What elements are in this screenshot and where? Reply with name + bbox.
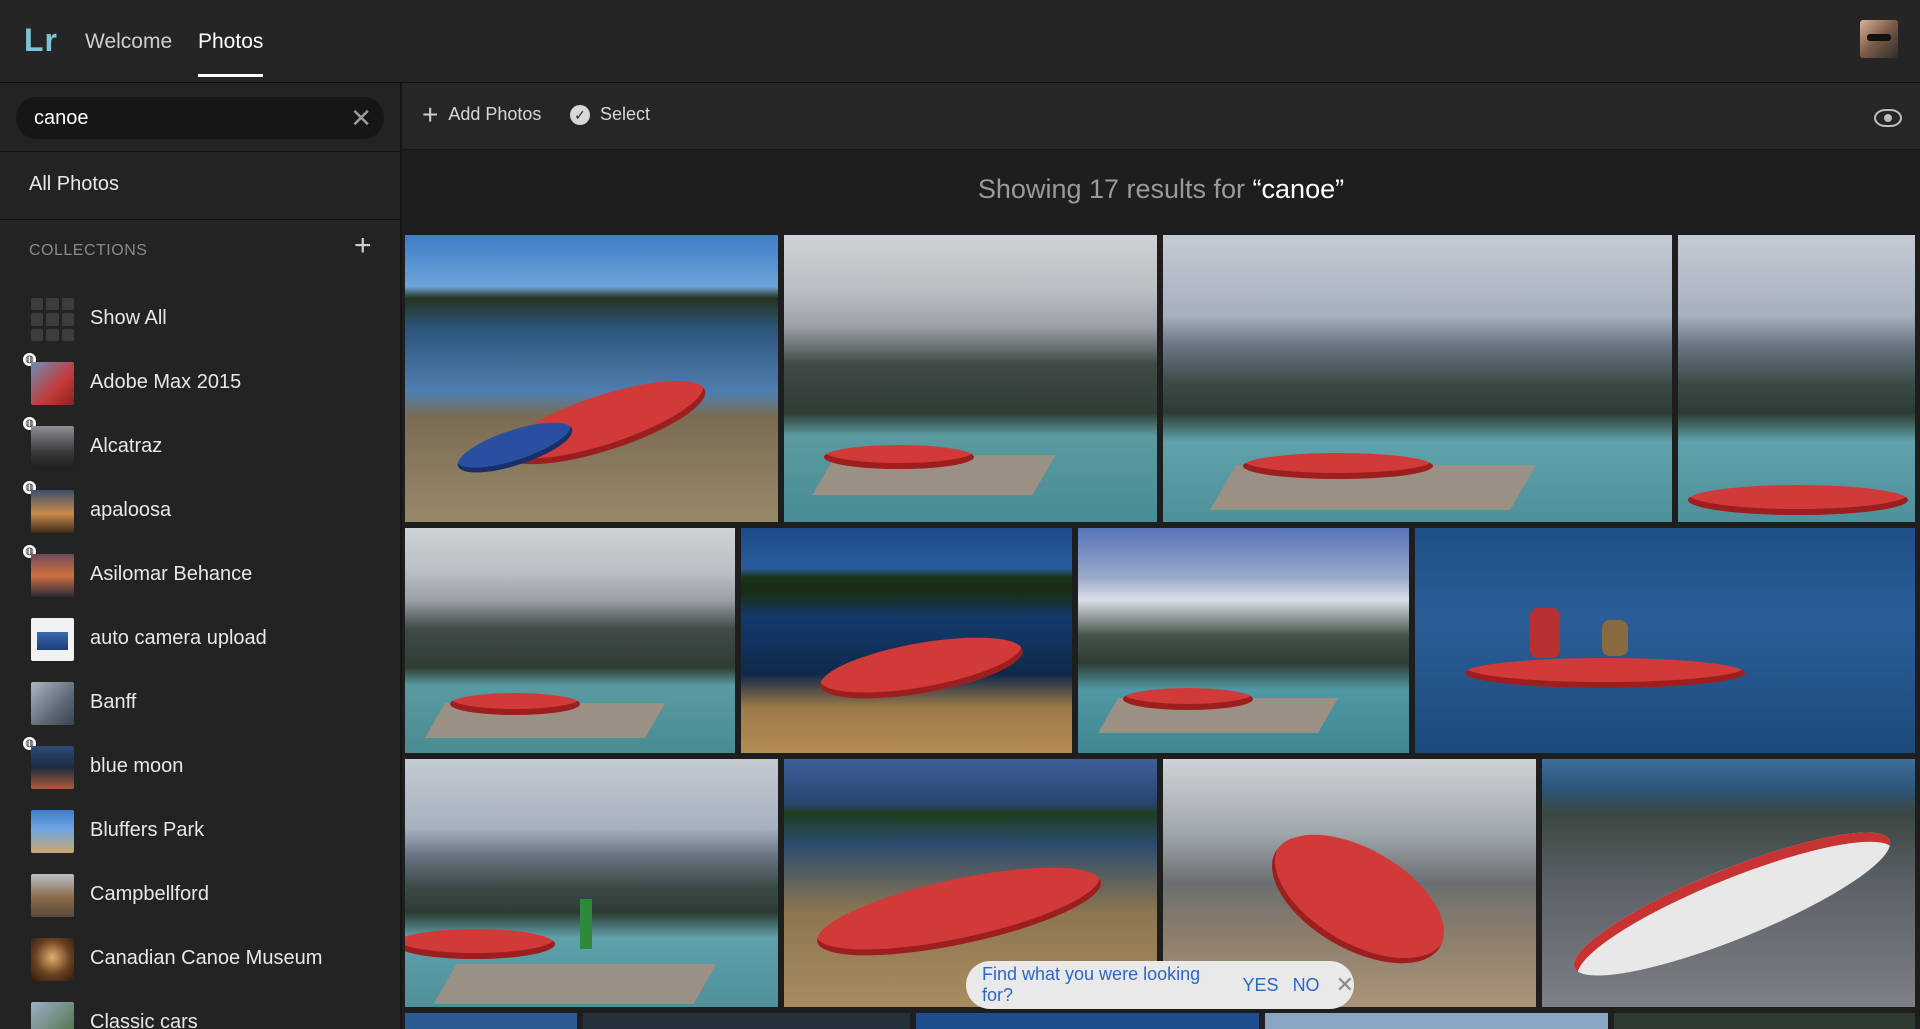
top-bar: Lr Welcome Photos — [0, 0, 1920, 83]
collection-thumbnail — [31, 618, 74, 661]
collection-label: Canadian Canoe Museum — [90, 947, 323, 969]
photo-thumbnail[interactable] — [1678, 235, 1915, 522]
collection-thumbnail — [31, 810, 74, 853]
sidebar-item-collection[interactable]: ◍ Alcatraz — [0, 417, 400, 477]
collection-thumbnail — [31, 1002, 74, 1029]
photo-thumbnail[interactable] — [1614, 1013, 1915, 1029]
collection-label: Classic cars — [90, 1011, 198, 1029]
avatar[interactable] — [1860, 20, 1898, 58]
photo-thumbnail[interactable] — [916, 1013, 1259, 1029]
search-field[interactable]: canoe ✕ — [16, 97, 384, 139]
sidebar-item-collection[interactable]: Banff — [0, 673, 400, 733]
sidebar-item-collection[interactable]: Classic cars — [0, 993, 400, 1029]
photo-thumbnail[interactable] — [583, 1013, 910, 1029]
collection-thumbnail — [31, 682, 74, 725]
sidebar-item-collection[interactable]: ◍ apaloosa — [0, 481, 400, 541]
collection-label: Alcatraz — [90, 435, 163, 457]
sidebar-item-all-photos[interactable]: All Photos — [29, 173, 119, 196]
photo-thumbnail[interactable] — [1415, 528, 1915, 753]
photo-thumbnail[interactable] — [1163, 235, 1672, 522]
collection-label: Asilomar Behance — [90, 563, 253, 585]
plus-icon: + — [422, 98, 439, 130]
sidebar-item-collection[interactable]: Canadian Canoe Museum — [0, 929, 400, 989]
collection-label: auto camera upload — [90, 627, 267, 649]
sidebar: canoe ✕ All Photos COLLECTIONS + Show Al… — [0, 83, 402, 1029]
collection-label: apaloosa — [90, 499, 172, 521]
collection-thumbnail — [31, 746, 74, 789]
tab-photos-label: Photos — [198, 30, 264, 53]
photo-thumbnail[interactable] — [1078, 528, 1409, 753]
feedback-yes-button[interactable]: YES — [1243, 975, 1279, 996]
grid-icon — [31, 298, 74, 341]
close-icon[interactable]: ✕ — [1336, 972, 1354, 998]
select-label: Select — [600, 104, 651, 124]
collection-thumbnail — [31, 874, 74, 917]
add-collection-plus-icon[interactable]: + — [354, 231, 372, 261]
check-circle-icon: ✓ — [570, 104, 590, 125]
sidebar-item-show-all[interactable]: Show All — [0, 289, 400, 349]
results-heading: Showing 17 results for “canoe” — [402, 174, 1920, 205]
add-photos-button[interactable]: + Add Photos — [422, 98, 542, 130]
photo-thumbnail[interactable] — [1265, 1013, 1608, 1029]
close-icon[interactable]: ✕ — [350, 104, 372, 132]
collection-thumbnail — [31, 554, 74, 597]
collection-label: Banff — [90, 691, 137, 713]
collection-thumbnail — [31, 938, 74, 981]
tab-photos[interactable]: Photos — [198, 30, 264, 77]
collection-thumbnail — [31, 490, 74, 533]
collections-header: COLLECTIONS — [29, 242, 148, 259]
photo-thumbnail[interactable] — [784, 235, 1157, 522]
sidebar-item-collection[interactable]: ◍ Adobe Max 2015 — [0, 353, 400, 413]
tab-welcome[interactable]: Welcome — [85, 30, 172, 54]
collection-label: Adobe Max 2015 — [90, 371, 242, 393]
search-input[interactable]: canoe — [34, 107, 89, 130]
sidebar-item-collection[interactable]: auto camera upload — [0, 609, 400, 669]
search-feedback-bar: Find what you were looking for? YES NO ✕ — [966, 961, 1354, 1009]
toolbar: + Add Photos ✓ Select — [402, 83, 1920, 150]
select-button[interactable]: ✓ Select — [570, 104, 650, 125]
eye-icon[interactable] — [1874, 109, 1902, 127]
results-prefix: Showing 17 results for — [977, 174, 1253, 204]
collection-label: blue moon — [90, 755, 184, 777]
sidebar-item-collection[interactable]: Bluffers Park — [0, 801, 400, 861]
collection-thumbnail — [31, 426, 74, 469]
sidebar-item-collection[interactable]: ◍ blue moon — [0, 737, 400, 797]
feedback-question: Find what you were looking for? — [982, 964, 1201, 1005]
add-photos-label: Add Photos — [448, 104, 542, 124]
photo-thumbnail[interactable] — [405, 759, 778, 1007]
feedback-no-button[interactable]: NO — [1293, 975, 1320, 996]
results-query: “canoe” — [1252, 174, 1345, 204]
collection-label: Show All — [90, 307, 167, 329]
collection-label: Campbellford — [90, 883, 209, 905]
sidebar-item-collection[interactable]: ◍ Asilomar Behance — [0, 545, 400, 605]
photo-thumbnail[interactable] — [741, 528, 1072, 753]
photo-thumbnail[interactable] — [405, 528, 735, 753]
collection-label: Bluffers Park — [90, 819, 205, 841]
active-tab-indicator — [198, 74, 264, 77]
collection-thumbnail — [31, 362, 74, 405]
photo-thumbnail[interactable] — [1542, 759, 1915, 1007]
photo-thumbnail[interactable] — [405, 1013, 577, 1029]
sidebar-item-collection[interactable]: Campbellford — [0, 865, 400, 925]
lightroom-logo: Lr — [24, 22, 58, 58]
photo-thumbnail[interactable] — [405, 235, 778, 522]
